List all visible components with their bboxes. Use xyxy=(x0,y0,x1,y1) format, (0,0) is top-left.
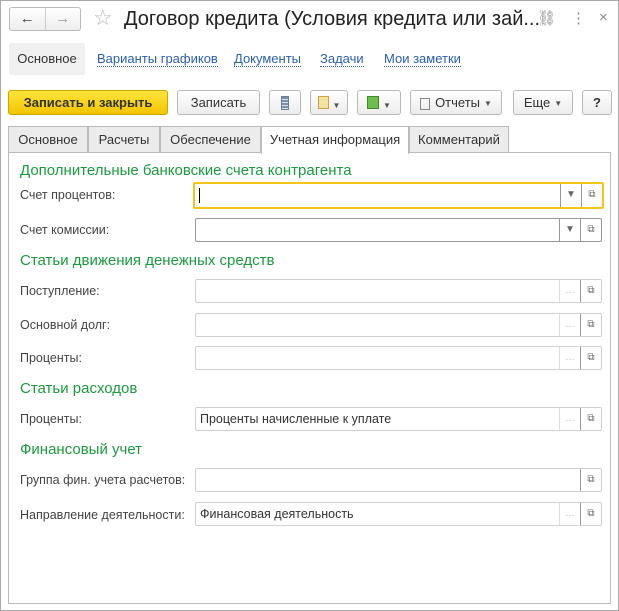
report-icon xyxy=(420,97,431,110)
tab-comment[interactable]: Комментарий xyxy=(409,126,509,153)
tab-settlements[interactable]: Расчеты xyxy=(88,126,160,153)
receipt-label: Поступление: xyxy=(20,284,100,298)
open-icon[interactable]: ⧉ xyxy=(580,347,601,369)
activity-direction-field[interactable]: Финансовая деятельность… ⧉ xyxy=(195,502,602,526)
section-bank-heading: Дополнительные банковские счета контраге… xyxy=(20,162,352,179)
reports-button[interactable]: Отчеты ▼ xyxy=(410,90,502,115)
save-button[interactable]: Записать xyxy=(177,90,260,115)
commission-account-field[interactable]: ▼ ⧉ xyxy=(195,218,602,242)
tab-collateral[interactable]: Обеспечение xyxy=(160,126,261,153)
select-icon[interactable]: … xyxy=(559,347,580,369)
close-icon[interactable]: × xyxy=(599,9,608,26)
expense-interest-field[interactable]: Проценты начисленные к уплате… ⧉ xyxy=(195,407,602,431)
select-icon[interactable]: … xyxy=(559,408,580,430)
open-icon[interactable]: ⧉ xyxy=(581,184,602,207)
section-cash-heading: Статьи движения денежных средств xyxy=(20,252,275,269)
finance-group-field[interactable]: ⧉ xyxy=(195,468,602,492)
select-icon[interactable]: … xyxy=(559,280,580,302)
list-icon xyxy=(281,96,289,110)
interest-account-field[interactable]: ▼ ⧉ xyxy=(193,182,604,209)
open-icon[interactable]: ⧉ xyxy=(580,503,601,525)
cash-interest-field[interactable]: … ⧉ xyxy=(195,346,602,370)
open-icon[interactable]: ⧉ xyxy=(580,469,601,491)
forward-button[interactable]: → xyxy=(44,8,81,30)
list-button[interactable] xyxy=(269,90,301,115)
select-icon[interactable]: … xyxy=(559,314,580,336)
more-button[interactable]: Еще ▼ xyxy=(513,90,573,115)
dropdown-icon[interactable]: ▼ xyxy=(560,184,581,207)
principal-field[interactable]: … ⧉ xyxy=(195,313,602,337)
page-title: Договор кредита (Условия кредита или зай… xyxy=(124,8,541,30)
favorite-star-icon[interactable]: ☆ xyxy=(93,5,113,31)
history-nav: ← → xyxy=(9,7,81,31)
open-icon[interactable]: ⧉ xyxy=(580,408,601,430)
section-finance-heading: Финансовый учет xyxy=(20,441,143,458)
create-based-button[interactable]: ▼ xyxy=(357,90,401,115)
back-button[interactable]: ← xyxy=(10,8,45,30)
tab-accounting[interactable]: Учетная информация xyxy=(261,126,409,154)
section-expenses-heading: Статьи расходов xyxy=(20,380,138,397)
receipt-field[interactable]: … ⧉ xyxy=(195,279,602,303)
form-window: ← → ☆ Договор кредита (Условия кредита и… xyxy=(0,0,619,611)
nav-notes[interactable]: Мои заметки xyxy=(384,52,461,67)
create-based-icon xyxy=(367,96,380,109)
interest-account-label: Счет процентов: xyxy=(20,188,116,202)
finance-group-label: Группа фин. учета расчетов: xyxy=(20,473,186,487)
save-close-button[interactable]: Записать и закрыть xyxy=(8,90,168,115)
document-clock-icon xyxy=(317,96,329,109)
expense-interest-label: Проценты: xyxy=(20,412,82,426)
nav-documents[interactable]: Документы xyxy=(234,52,302,67)
principal-label: Основной долг: xyxy=(20,318,111,332)
cash-interest-label: Проценты: xyxy=(20,351,82,365)
open-icon[interactable]: ⧉ xyxy=(580,314,601,336)
nav-schedules[interactable]: Варианты графиков xyxy=(97,52,218,67)
tab-main[interactable]: Основное xyxy=(8,126,88,153)
select-icon[interactable]: … xyxy=(559,503,580,525)
more-icon[interactable]: ⋮ xyxy=(571,9,586,27)
help-button[interactable]: ? xyxy=(582,90,612,115)
commission-account-label: Счет комиссии: xyxy=(20,223,110,237)
open-icon[interactable]: ⧉ xyxy=(580,280,601,302)
nav-main[interactable]: Основное xyxy=(9,43,85,75)
dropdown-icon[interactable]: ▼ xyxy=(559,219,580,241)
nav-tasks[interactable]: Задачи xyxy=(320,52,364,67)
link-icon[interactable]: ⛓ xyxy=(537,9,556,27)
activity-direction-label: Направление деятельности: xyxy=(20,508,185,522)
print-dropdown-button[interactable]: ▼ xyxy=(310,90,348,115)
open-icon[interactable]: ⧉ xyxy=(580,219,601,241)
